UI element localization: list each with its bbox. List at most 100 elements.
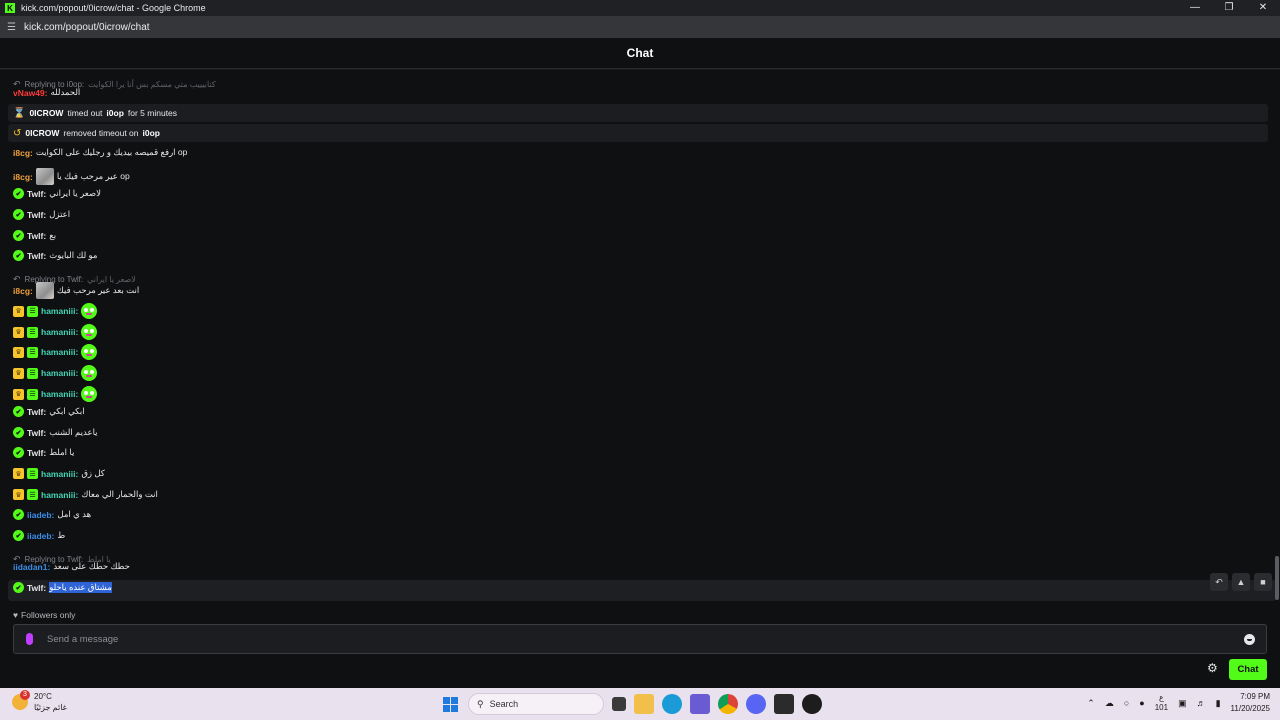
minimize-button[interactable]: — bbox=[1178, 0, 1212, 16]
chat-message: ♛ ☰ hamaniii: bbox=[13, 303, 98, 319]
message-text: هد ي امل bbox=[57, 509, 92, 519]
message-text: ط bbox=[57, 530, 66, 540]
taskbar-apps: ⚲ Search bbox=[440, 693, 822, 715]
chat-username[interactable]: Twlf: bbox=[27, 448, 46, 458]
close-button[interactable]: ✕ bbox=[1246, 0, 1280, 16]
chat-username[interactable]: iidadan1: bbox=[13, 562, 50, 572]
chat-header: Chat bbox=[0, 38, 1280, 69]
windows-start-icon[interactable] bbox=[440, 694, 460, 714]
chat-username[interactable]: Twlf: bbox=[27, 231, 46, 241]
delete-icon[interactable]: ■ bbox=[1254, 573, 1272, 591]
terminal-icon[interactable] bbox=[774, 694, 794, 714]
chat-message: ✔ iiadeb: هد ي امل bbox=[13, 509, 91, 520]
chat-username[interactable]: hamaniii: bbox=[41, 490, 78, 500]
app-icon[interactable] bbox=[802, 694, 822, 714]
chat-username[interactable]: hamaniii: bbox=[41, 306, 78, 316]
chat-username[interactable]: hamaniii: bbox=[41, 368, 78, 378]
address-bar[interactable]: ☰ kick.com/popout/0icrow/chat bbox=[0, 16, 1280, 38]
restore-button[interactable]: ❐ bbox=[1212, 0, 1246, 16]
network-icon[interactable]: ○ bbox=[1124, 698, 1129, 708]
site-info-icon[interactable]: ☰ bbox=[7, 22, 16, 33]
message-input-box[interactable] bbox=[13, 624, 1267, 654]
teams-icon[interactable] bbox=[690, 694, 710, 714]
window-title: kick.com/popout/0icrow/chat - Google Chr… bbox=[21, 3, 206, 13]
moderation-action: timed out bbox=[67, 108, 103, 118]
moderated-user[interactable]: i0op bbox=[106, 108, 123, 118]
green-face-emote-icon bbox=[81, 344, 98, 360]
edge-icon[interactable] bbox=[662, 694, 682, 714]
chat-message: ✔ Twlf: بع bbox=[13, 230, 56, 241]
chrome-icon[interactable] bbox=[718, 694, 738, 714]
chat-username[interactable]: hamaniii: bbox=[41, 347, 78, 357]
chat-username[interactable]: i8cg: bbox=[13, 148, 33, 158]
display-icon[interactable]: ▣ bbox=[1178, 698, 1187, 709]
chat-message: ♛ ☰ hamaniii: انت والحمار الي معاك bbox=[13, 489, 158, 500]
moderation-duration: for 5 minutes bbox=[127, 108, 178, 118]
message-text: كل زق bbox=[81, 468, 105, 478]
chat-username[interactable]: Twlf: bbox=[27, 189, 46, 199]
heart-icon: ♥ bbox=[13, 610, 19, 620]
chat-username[interactable]: hamaniii: bbox=[41, 389, 78, 399]
chat-message: ✔ Twlf: مو لك البايوث bbox=[13, 250, 98, 261]
chat-scrollbar[interactable] bbox=[1275, 556, 1279, 600]
gift-badge-icon: ☰ bbox=[27, 367, 38, 379]
file-explorer-icon[interactable] bbox=[634, 694, 654, 714]
mic-icon[interactable] bbox=[26, 633, 33, 645]
verified-badge-icon: ✔ bbox=[13, 427, 24, 438]
chat-message: vNaw49: الحمدلله bbox=[13, 87, 80, 98]
weather-desc: غائم جزئيًا bbox=[34, 703, 67, 712]
browser-titlebar: K kick.com/popout/0icrow/chat - Google C… bbox=[0, 0, 1280, 16]
gift-badge-icon: ☰ bbox=[27, 326, 38, 338]
chat-message: i8cg: انت بعد عير مرحب فيك bbox=[13, 282, 139, 299]
chat-message: ✔ Twlf: يا املط bbox=[13, 447, 74, 458]
chat-username[interactable]: i8cg: bbox=[13, 172, 33, 182]
green-face-emote-icon bbox=[81, 386, 98, 402]
chat-username[interactable]: hamaniii: bbox=[41, 327, 78, 337]
message-input[interactable] bbox=[47, 633, 1244, 645]
weather-widget[interactable]: 3 20°C غائم جزئيًا bbox=[12, 690, 67, 713]
moderator-name[interactable]: 0ICROW bbox=[29, 108, 63, 118]
reply-icon[interactable]: ↶ bbox=[1210, 573, 1228, 591]
emoji-icon[interactable] bbox=[1244, 633, 1255, 645]
send-chat-button[interactable]: Chat bbox=[1229, 659, 1267, 680]
pin-icon[interactable]: ▲ bbox=[1232, 573, 1250, 591]
chat-username[interactable]: Twlf: bbox=[27, 251, 46, 261]
gift-badge-icon: ☰ bbox=[27, 305, 38, 317]
chat-username[interactable]: i8cg: bbox=[13, 286, 33, 296]
followers-only-notice: ♥ Followers only bbox=[13, 610, 75, 620]
task-view-icon[interactable] bbox=[612, 697, 626, 711]
mic-tray-icon[interactable]: ● bbox=[1139, 698, 1144, 708]
followers-only-label: Followers only bbox=[21, 610, 76, 620]
chat-message: i8cg: عير مرحب فيك يا op bbox=[13, 168, 130, 185]
crown-badge-icon: ♛ bbox=[13, 326, 24, 338]
chevron-up-icon[interactable]: ⌃ bbox=[1087, 698, 1095, 709]
language-indicator[interactable]: ع 101 bbox=[1155, 693, 1168, 713]
sun-icon: 3 bbox=[12, 690, 30, 710]
chat-username[interactable]: Twlf: bbox=[27, 583, 46, 593]
volume-icon[interactable]: ♬ bbox=[1197, 698, 1206, 708]
chat-username[interactable]: Twlf: bbox=[27, 407, 46, 417]
message-text: يا املط bbox=[49, 447, 75, 457]
moderated-user[interactable]: i0op bbox=[143, 128, 160, 138]
onedrive-icon[interactable]: ☁ bbox=[1105, 698, 1114, 709]
chat-username[interactable]: hamaniii: bbox=[41, 469, 78, 479]
discord-icon[interactable] bbox=[746, 694, 766, 714]
chat-username[interactable]: vNaw49: bbox=[13, 88, 48, 98]
chat-username[interactable]: iiadeb: bbox=[27, 531, 54, 541]
chat-messages[interactable] bbox=[0, 70, 1280, 603]
green-face-emote-icon bbox=[81, 303, 98, 319]
chat-username[interactable]: iiadeb: bbox=[27, 510, 54, 520]
gear-icon[interactable]: ⚙ bbox=[1207, 662, 1219, 674]
chat-username[interactable]: Twlf: bbox=[27, 428, 46, 438]
clock-time: 7:09 PM bbox=[1240, 692, 1270, 701]
chat-username[interactable]: Twlf: bbox=[27, 210, 46, 220]
message-text: ياعديم الشنب bbox=[49, 427, 98, 437]
verified-badge-icon: ✔ bbox=[13, 447, 24, 458]
chat-message: ♛ ☰ hamaniii: bbox=[13, 365, 98, 381]
chat-message: ♛ ☰ hamaniii: bbox=[13, 386, 98, 402]
clock[interactable]: 7:09 PM 11/20/2025 bbox=[1231, 691, 1270, 715]
battery-icon[interactable]: ▮ bbox=[1216, 698, 1221, 709]
taskbar-search[interactable]: ⚲ Search bbox=[468, 693, 604, 715]
url-text[interactable]: kick.com/popout/0icrow/chat bbox=[24, 22, 150, 33]
moderator-name[interactable]: 0ICROW bbox=[25, 128, 59, 138]
